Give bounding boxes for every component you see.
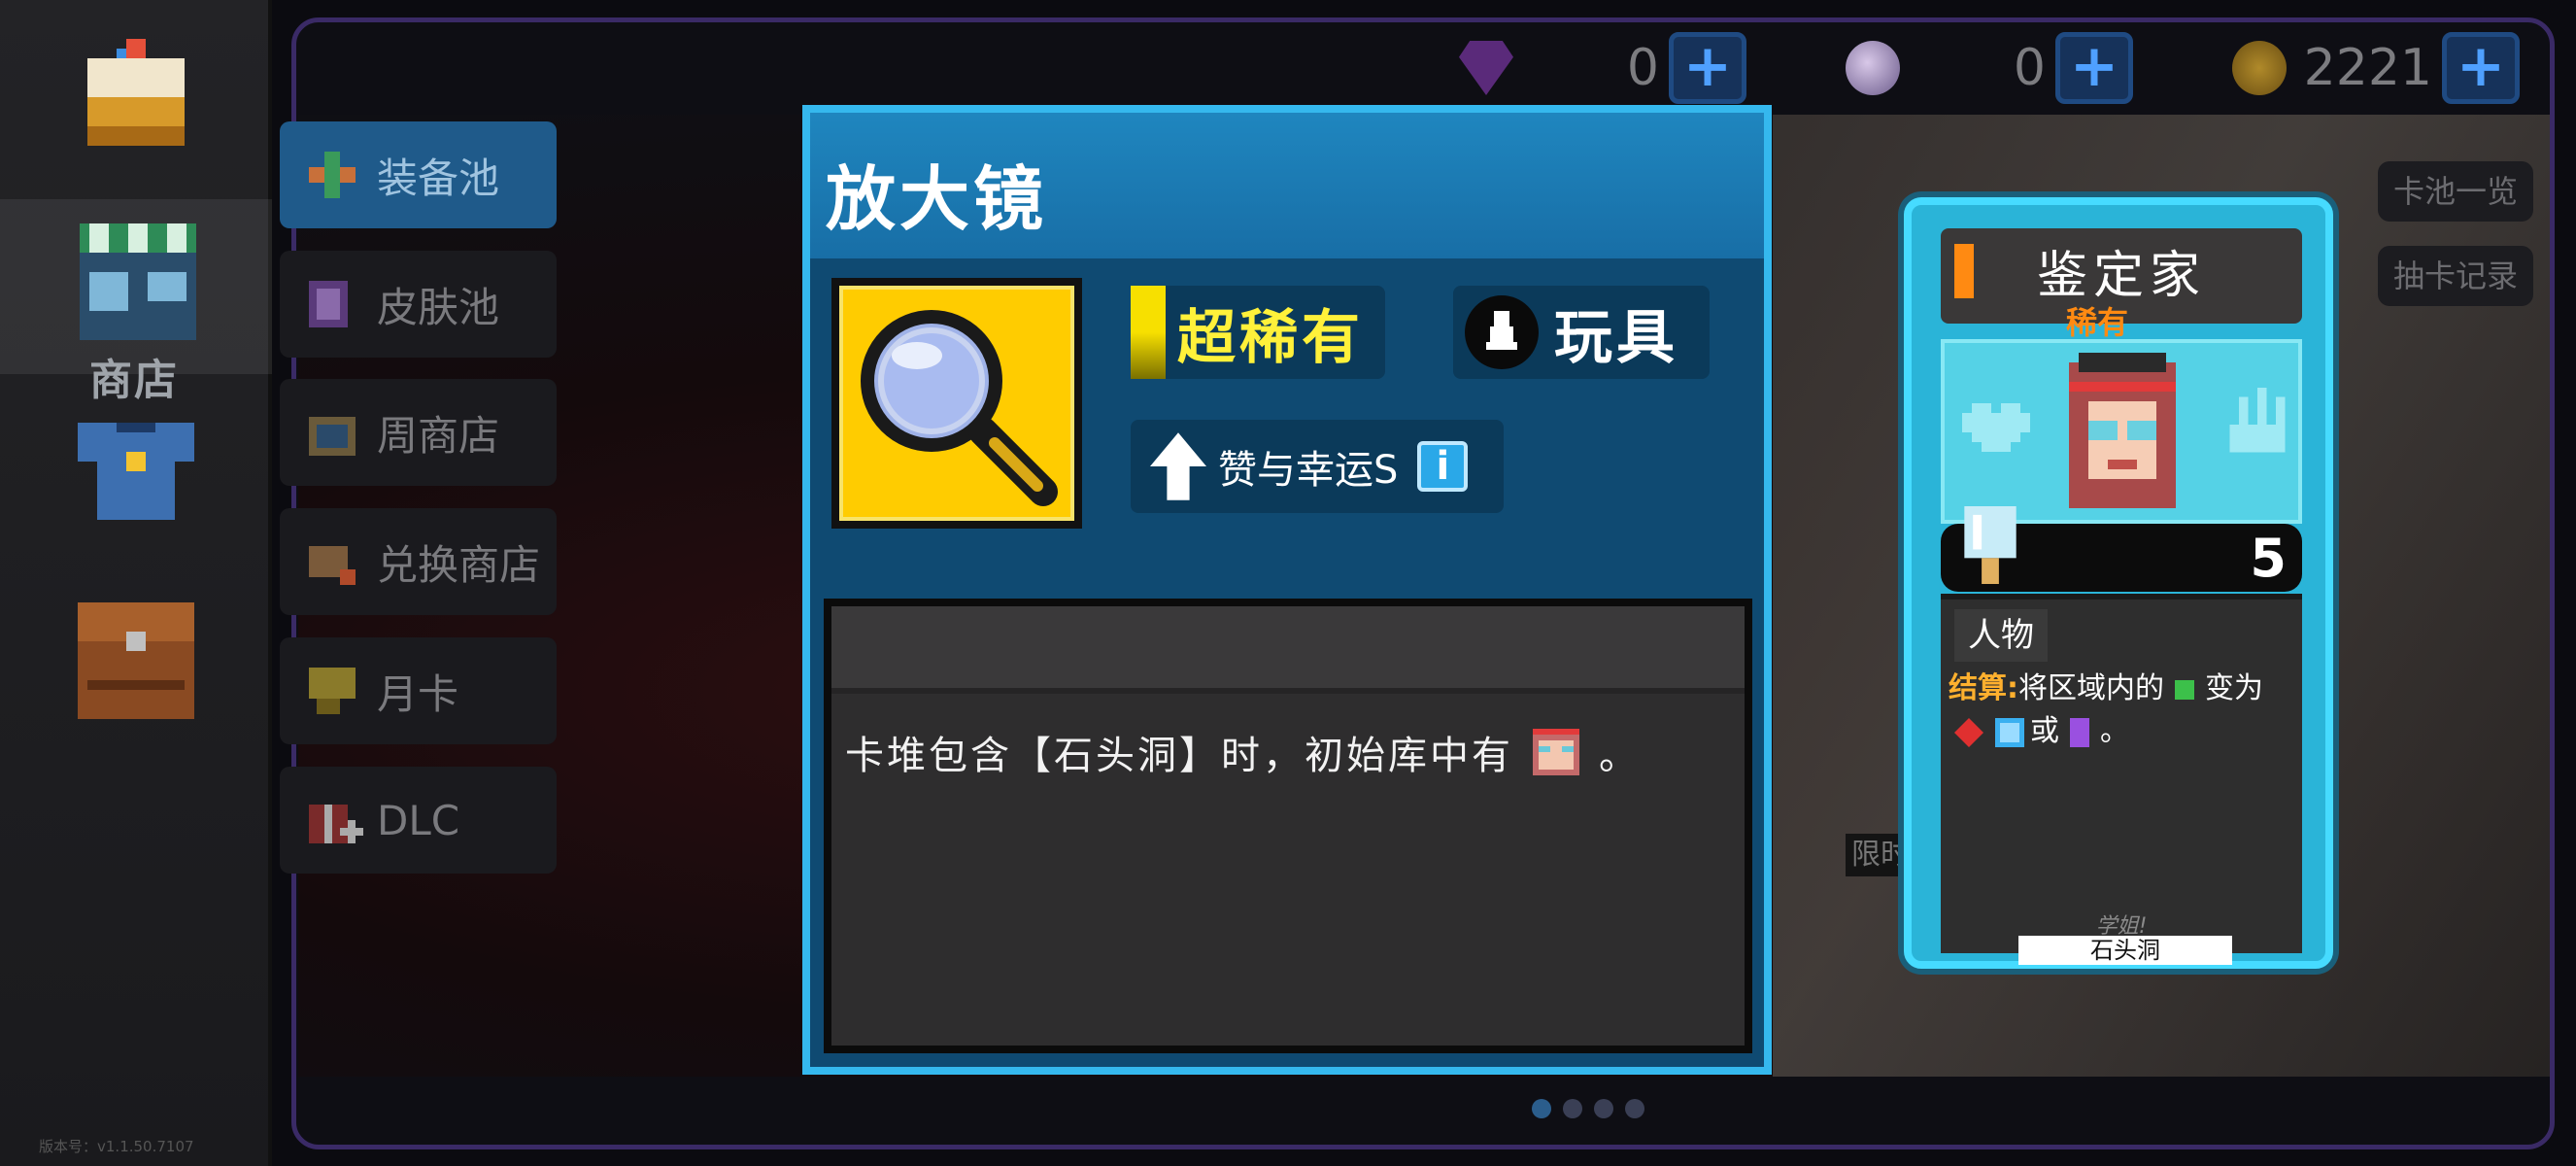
tab-label: 装备池 — [377, 154, 500, 202]
rail-skin-button[interactable] — [39, 384, 233, 559]
appraiser-portrait — [2069, 353, 2176, 508]
effect-keyword: 结算: — [1949, 671, 2018, 705]
description-text: 卡堆包含【石头洞】时，初始库中有 。 — [845, 723, 1641, 781]
rail-shop-button[interactable]: 商店 — [0, 199, 272, 405]
tab-skin-pool[interactable]: 皮肤池 — [280, 251, 557, 358]
shirt-icon — [78, 423, 194, 520]
page-dot[interactable] — [1563, 1099, 1582, 1118]
popsicle-icon — [1964, 506, 2017, 584]
backpack-icon — [78, 602, 194, 719]
type-label: 玩具 — [1554, 303, 1678, 372]
description-text-end: 。 — [1599, 734, 1641, 778]
page-dot[interactable] — [1594, 1099, 1613, 1118]
rail-event-button[interactable] — [39, 19, 233, 194]
coin-count: 2221 — [2303, 39, 2432, 97]
purple-gem-icon — [2070, 717, 2089, 747]
tab-label: 皮肤池 — [377, 283, 500, 331]
effect-text: 。 — [2100, 714, 2129, 748]
tab-dlc[interactable]: DLC — [280, 767, 557, 874]
gem-count: 0 — [1626, 39, 1659, 97]
up-arrow-icon — [1150, 432, 1206, 500]
item-detail-dialog: 放大镜 超稀有 玩具 赞与幸运S i 卡堆包含【石头洞】时，初始库中有 。 — [802, 105, 1772, 1075]
tab-label: 月卡 — [377, 669, 459, 718]
description-header — [831, 606, 1745, 694]
page-indicator[interactable] — [1532, 1099, 1644, 1118]
add-orb-button[interactable]: + — [2055, 32, 2133, 104]
currency-coin: 2221 + — [2232, 32, 2520, 104]
add-gem-button[interactable]: + — [1669, 32, 1746, 104]
description-box: 卡堆包含【石头洞】时，初始库中有 。 — [824, 599, 1752, 1053]
orb-icon — [1846, 41, 1900, 95]
red-gem-icon — [1954, 717, 1983, 747]
rarity-badge: 超稀有 — [1131, 286, 1385, 379]
coin-icon — [2232, 41, 2287, 95]
info-button[interactable]: i — [1417, 441, 1469, 492]
toy-icon — [1465, 295, 1539, 369]
magnifier-icon — [831, 278, 1082, 529]
add-coin-button[interactable]: + — [2442, 32, 2520, 104]
card-effect: 结算:将区域内的 变为或 。 — [1949, 668, 2294, 753]
tab-equipment-pool[interactable]: 装备池 — [280, 121, 557, 228]
dialog-header: 放大镜 — [810, 113, 1764, 258]
weekly-shop-icon — [309, 417, 356, 456]
effect-text: 变为 — [2205, 671, 2263, 705]
card-art — [1941, 339, 2302, 524]
currency-gem: 0 + — [1459, 32, 1746, 104]
effect-text: 或 — [2030, 714, 2059, 748]
item-title: 放大镜 — [826, 158, 1048, 240]
skin-icon — [309, 281, 348, 327]
tab-label: 周商店 — [377, 411, 500, 460]
gift-icon — [309, 805, 363, 843]
card-rarity: 稀有 — [2065, 304, 2128, 341]
effect-text: 将区域内的 — [2018, 671, 2164, 705]
card-area-label: 石头洞 — [2018, 936, 2232, 965]
rail-bag-button[interactable] — [39, 573, 233, 748]
card-name: 鉴定家 — [2036, 247, 2206, 305]
tab-weekly-shop[interactable]: 周商店 — [280, 379, 557, 486]
shop-icon — [80, 223, 196, 340]
tab-exchange-shop[interactable]: 兑换商店 — [280, 508, 557, 615]
tag-label: 赞与幸运S — [1218, 448, 1399, 493]
left-rail: 商店 版本号：v1.1.50.7107 — [0, 0, 272, 1166]
cake-icon — [87, 39, 185, 146]
rarity-label: 超稀有 — [1177, 303, 1364, 372]
appraiser-face-icon — [1533, 729, 1579, 775]
equipment-icon — [309, 152, 356, 198]
orb-count: 0 — [2013, 39, 2046, 97]
version-label: 版本号：v1.1.50.7107 — [39, 1138, 194, 1155]
draw-history-button[interactable]: 抽卡记录 — [2378, 246, 2533, 306]
rarity-color-bar — [1131, 286, 1166, 379]
tab-label: DLC — [377, 796, 460, 844]
exchange-icon — [309, 546, 356, 585]
tab-label: 兑换商店 — [377, 540, 541, 589]
tab-monthly-card[interactable]: 月卡 — [280, 637, 557, 744]
monthly-card-icon — [309, 668, 356, 714]
card-count-bar: 5 — [1941, 506, 2302, 592]
green-gem-icon — [2175, 679, 2194, 700]
currency-orb: 0 + — [1846, 32, 2133, 104]
page-dot[interactable] — [1625, 1099, 1644, 1118]
description-text-part: 卡堆包含【石头洞】时，初始库中有 — [845, 734, 1513, 778]
gem-icon — [1459, 41, 1513, 95]
page-dot[interactable] — [1532, 1099, 1551, 1118]
character-card[interactable]: 鉴定家 稀有 5 人物 结算:将区域内的 变为或 。 学姐! 石头洞 — [1904, 197, 2333, 969]
claw-icon — [2229, 388, 2286, 453]
tag-badge: 赞与幸运S i — [1131, 420, 1504, 513]
pool-list-button[interactable]: 卡池一览 — [2378, 161, 2533, 222]
type-badge: 玩具 — [1453, 286, 1710, 379]
card-count: 5 — [2250, 528, 2287, 589]
heart-icon — [1962, 403, 2030, 452]
blue-gem-icon — [1995, 717, 2024, 747]
card-type-label: 人物 — [1954, 609, 2048, 662]
card-text-box: 人物 结算:将区域内的 变为或。 学姐! 石头洞 — [1941, 594, 2302, 965]
